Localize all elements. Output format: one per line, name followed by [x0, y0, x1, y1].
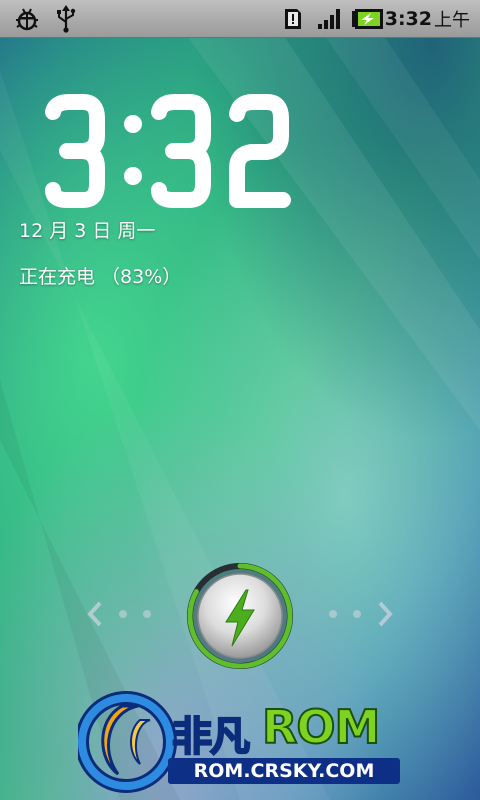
- signal-icon: [316, 0, 344, 38]
- usb-icon: [54, 0, 78, 38]
- watermark-brand-rom: ROM: [261, 699, 381, 755]
- status-bar: 3:32 上午: [0, 0, 480, 38]
- lock-screen: 3:32上午 12 月 3 日 周一 正在充电 （83%） 非凡 ROM RO: [0, 0, 480, 800]
- unlock-hint-right: [329, 601, 393, 627]
- clock-digit: [151, 94, 211, 208]
- usb-debugging-icon: [12, 0, 42, 38]
- sd-card-icon: [282, 0, 304, 38]
- status-time: 3:32 上午: [385, 0, 470, 38]
- battery-charging-icon: [350, 0, 386, 38]
- unlock-button[interactable]: [184, 560, 296, 672]
- charging-status: 正在充电 （83%）: [19, 266, 182, 288]
- status-time-ampm: 上午: [434, 10, 470, 31]
- lock-date: 12 月 3 日 周一: [19, 220, 156, 242]
- clock-colon-dot: [124, 167, 142, 185]
- watermark-url: ROM.CRSKY.COM: [168, 758, 400, 784]
- clock-digit: [229, 94, 291, 208]
- unlock-hint-left: [87, 601, 151, 627]
- status-time-value: 3:32: [384, 8, 432, 30]
- watermark-brand-cn: 非凡: [171, 713, 251, 761]
- clock-colon-dot: [124, 115, 142, 133]
- clock-digit: [45, 94, 105, 208]
- lock-clock: [45, 94, 291, 208]
